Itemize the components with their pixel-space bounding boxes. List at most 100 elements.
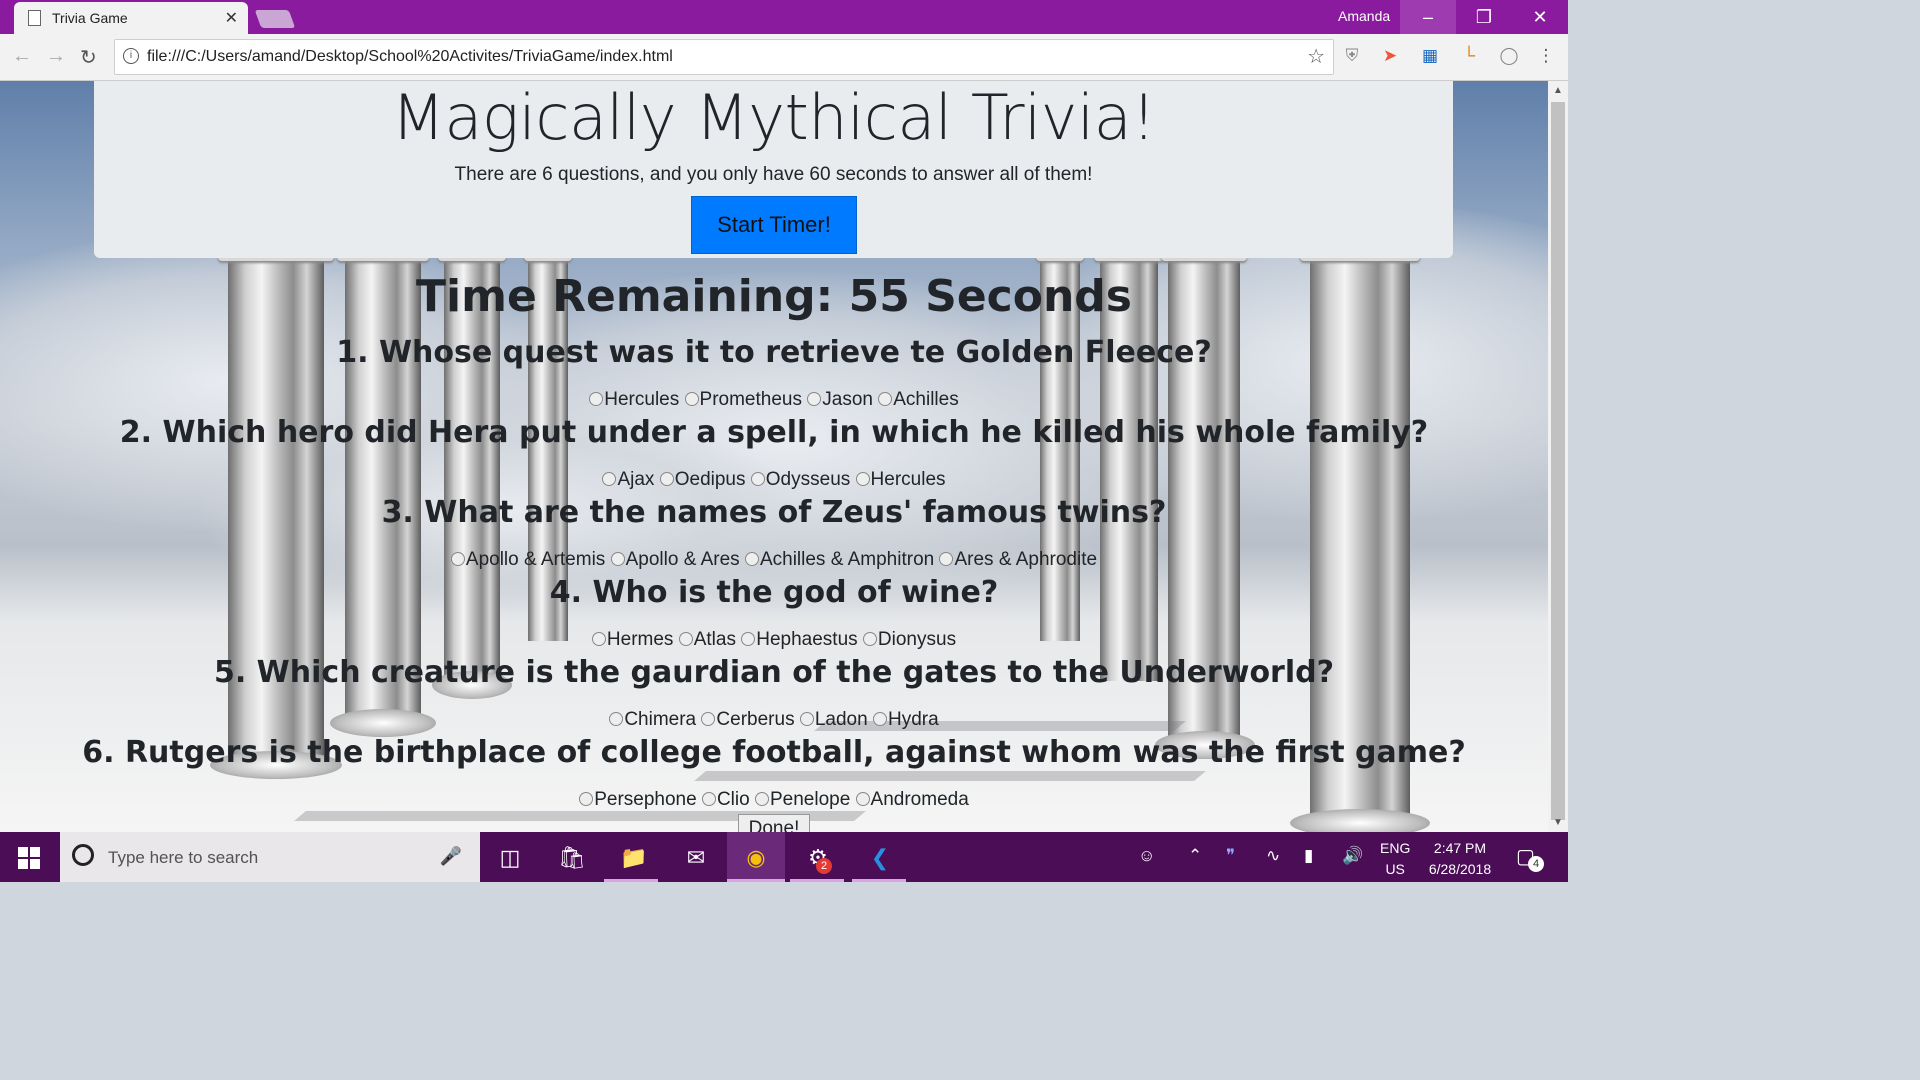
radio-q1-a[interactable] (589, 391, 604, 406)
browser-toolbar: ← → ↻ i file:///C:/Users/amand/Desktop/S… (0, 34, 1568, 81)
circle-extension-icon[interactable]: ◯ (1499, 46, 1519, 66)
option-label: Atlas (693, 629, 736, 650)
radio-q5-d[interactable] (872, 711, 887, 726)
store-icon[interactable]: 🛍 (556, 842, 588, 874)
app-notification-badge: 2 (816, 858, 832, 874)
option-label: Odysseus (765, 469, 851, 490)
language-code: ENG (1380, 840, 1411, 856)
done-button[interactable]: Done! (738, 814, 810, 832)
option-label: Hephaestus (756, 629, 858, 650)
radio-q4-d[interactable] (862, 631, 877, 646)
minimize-button[interactable]: – (1400, 0, 1456, 34)
url-text[interactable]: file:///C:/Users/amand/Desktop/School%20… (147, 48, 673, 66)
windows-start-icon[interactable] (18, 847, 40, 869)
ruler-extension-icon[interactable]: └ (1459, 46, 1479, 66)
menu-icon[interactable]: ⋮ (1536, 46, 1556, 66)
question-4: 4. Who is the god of wine? (549, 575, 999, 610)
option-label: Hermes (606, 629, 674, 650)
crop-extension-icon[interactable]: ▦ (1420, 46, 1440, 66)
question-5: 5. Which creature is the gaurdian of the… (213, 655, 1335, 690)
radio-q3-c[interactable] (744, 551, 759, 566)
radio-q4-a[interactable] (591, 631, 606, 646)
header-jumbotron: Magically Mythical Trivia! There are 6 q… (94, 81, 1453, 258)
profile-name[interactable]: Amanda (1338, 8, 1390, 24)
option-label: Apollo & Ares (625, 549, 740, 570)
scroll-thumb[interactable] (1551, 102, 1565, 820)
region-code: US (1385, 861, 1405, 877)
search-placeholder[interactable]: Type here to search (108, 848, 258, 868)
question-6: 6. Rutgers is the birthplace of college … (82, 735, 1466, 770)
file-explorer-icon[interactable]: 📁 (618, 842, 650, 874)
quote-app-icon[interactable]: ❞ (1226, 846, 1235, 866)
start-timer-button[interactable]: Start Timer! (691, 196, 857, 254)
radio-q4-b[interactable] (678, 631, 693, 646)
wifi-icon[interactable]: ∿ (1266, 846, 1280, 866)
answers-4: Hermes Atlas Hephaestus Dionysus (0, 629, 1548, 651)
radio-q2-b[interactable] (659, 471, 674, 486)
radio-q3-a[interactable] (450, 551, 465, 566)
radio-q3-b[interactable] (610, 551, 625, 566)
close-window-button[interactable]: ✕ (1512, 0, 1568, 34)
time-remaining: Time Remaining: 55 Seconds (416, 271, 1132, 322)
mail-icon[interactable]: ✉ (680, 842, 712, 874)
clock-time: 2:47 PM (1433, 840, 1487, 856)
radio-q5-c[interactable] (799, 711, 814, 726)
volume-icon[interactable]: 🔊 (1342, 846, 1363, 866)
new-tab-button[interactable] (254, 10, 296, 28)
question-1: 1. Whose quest was it to retrieve te Gol… (336, 335, 1212, 370)
taskbar-search-box[interactable]: Type here to search 🎤 (60, 832, 480, 882)
info-icon[interactable]: i (123, 48, 139, 64)
restore-button[interactable]: ❐ (1456, 0, 1512, 34)
radio-q6-a[interactable] (579, 791, 594, 806)
radio-q6-c[interactable] (754, 791, 769, 806)
bookmark-star-icon[interactable]: ☆ (1307, 44, 1325, 69)
microphone-icon[interactable]: 🎤 (440, 846, 462, 867)
radio-q1-d[interactable] (878, 391, 893, 406)
radio-q2-d[interactable] (855, 471, 870, 486)
arrow-extension-icon[interactable]: ➤ (1380, 46, 1400, 66)
clock-date: 6/28/2018 (1428, 861, 1492, 877)
reload-icon[interactable]: ↻ (80, 45, 97, 70)
clock[interactable]: 2:47 PM 6/28/2018 (1424, 838, 1496, 880)
forward-icon[interactable]: → (46, 45, 66, 68)
option-label: Apollo & Artemis (465, 549, 606, 570)
option-label: Cerberus (716, 709, 795, 730)
windows-taskbar: Type here to search 🎤 ◫ 🛍 📁 ✉ ◉ ⚙ ❮ ☺ ⌃ … (0, 832, 1568, 882)
task-view-icon[interactable]: ◫ (494, 842, 526, 874)
option-label: Achilles (893, 389, 959, 410)
battery-icon[interactable]: ▮ (1304, 846, 1313, 866)
show-hidden-icons-icon[interactable]: ⌃ (1188, 846, 1202, 866)
radio-q1-c[interactable] (807, 391, 822, 406)
page-scrollbar[interactable]: ▲ ▼ (1548, 81, 1568, 832)
language-indicator[interactable]: ENG US (1380, 838, 1410, 880)
close-tab-icon[interactable]: ✕ (225, 8, 238, 28)
radio-q5-a[interactable] (609, 711, 624, 726)
radio-q2-a[interactable] (602, 471, 617, 486)
back-icon[interactable]: ← (12, 45, 32, 68)
scroll-up-icon[interactable]: ▲ (1553, 85, 1563, 96)
radio-q2-c[interactable] (750, 471, 765, 486)
cortana-icon[interactable] (72, 844, 94, 866)
option-label: Hercules (604, 389, 680, 410)
scroll-down-icon[interactable]: ▼ (1553, 817, 1563, 828)
radio-q6-d[interactable] (855, 791, 870, 806)
option-label: Jason (822, 389, 873, 410)
vscode-icon[interactable]: ❮ (864, 842, 896, 874)
shield-extension-icon[interactable]: ⛨ (1342, 46, 1362, 66)
option-label: Andromeda (870, 789, 969, 810)
option-label: Hydra (887, 709, 939, 730)
radio-q5-b[interactable] (701, 711, 716, 726)
people-icon[interactable]: ☺ (1138, 846, 1155, 866)
chrome-icon[interactable]: ◉ (740, 842, 772, 874)
radio-q3-d[interactable] (939, 551, 954, 566)
option-label: Chimera (624, 709, 697, 730)
answers-2: Ajax Oedipus Odysseus Hercules (0, 469, 1548, 491)
radio-q1-b[interactable] (684, 391, 699, 406)
address-bar[interactable]: i file:///C:/Users/amand/Desktop/School%… (114, 39, 1334, 75)
radio-q6-b[interactable] (701, 791, 716, 806)
tab-title: Trivia Game (52, 10, 128, 26)
radio-q4-c[interactable] (741, 631, 756, 646)
page-viewport: Magically Mythical Trivia! There are 6 q… (0, 81, 1548, 832)
answers-5: Chimera Cerberus Ladon Hydra (0, 709, 1548, 731)
browser-tab[interactable]: Trivia Game ✕ (14, 2, 248, 34)
